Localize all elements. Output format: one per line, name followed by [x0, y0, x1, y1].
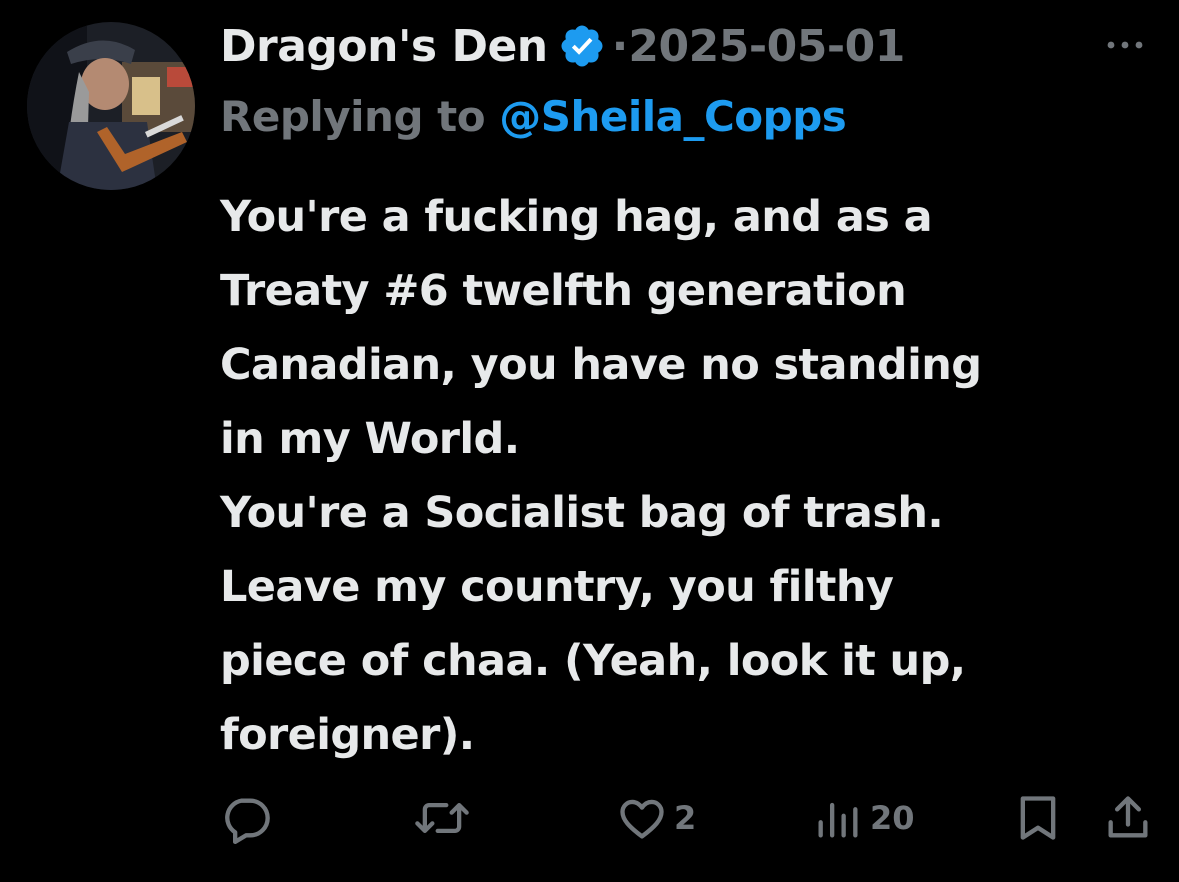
- bookmark-button[interactable]: [1014, 790, 1062, 846]
- action-bar: 2 20: [0, 790, 1179, 850]
- tweet-text-line: Treaty #6 twelfth generation: [220, 266, 907, 316]
- tweet-text-line: You're a Socialist bag of trash.: [220, 488, 944, 538]
- reply-icon: [220, 792, 272, 844]
- post-date[interactable]: 2025-05-01: [628, 21, 905, 72]
- replying-to: Replying to @Sheila_Copps: [220, 92, 847, 141]
- more-icon[interactable]: [1100, 30, 1150, 60]
- like-count: 2: [674, 799, 697, 837]
- reply-button[interactable]: [220, 790, 272, 846]
- separator-dot: ·: [611, 20, 629, 72]
- avatar-image: [27, 22, 195, 190]
- retweet-icon: [412, 792, 472, 844]
- retweet-button[interactable]: [412, 790, 472, 846]
- tweet-text-line: Canadian, you have no standing: [220, 340, 982, 390]
- bookmark-icon: [1014, 792, 1062, 844]
- like-button[interactable]: 2: [616, 790, 696, 846]
- tweet-header: Dragon's Den · 2025-05-01: [220, 14, 905, 78]
- replying-prefix: Replying to: [220, 92, 486, 141]
- views-icon: [812, 792, 864, 844]
- tweet-text-line: Leave my country, you filthy: [220, 562, 894, 612]
- share-button[interactable]: [1104, 790, 1152, 846]
- heart-icon: [616, 792, 668, 844]
- verified-badge-icon: [558, 22, 606, 70]
- tweet-text-line: piece of chaa. (Yeah, look it up,: [220, 636, 966, 686]
- tweet-text: You're a fucking hag, and as a Treaty #6…: [220, 180, 1160, 772]
- views-count: 20: [870, 799, 915, 837]
- replying-handle-link[interactable]: @Sheila_Copps: [499, 92, 847, 141]
- tweet-text-line: You're a fucking hag, and as a: [220, 192, 933, 242]
- avatar[interactable]: [27, 22, 195, 190]
- views-button[interactable]: 20: [812, 790, 915, 846]
- display-name[interactable]: Dragon's Den: [220, 21, 548, 72]
- tweet-text-line: foreigner).: [220, 710, 475, 760]
- tweet-text-line: in my World.: [220, 414, 520, 464]
- share-icon: [1104, 792, 1152, 844]
